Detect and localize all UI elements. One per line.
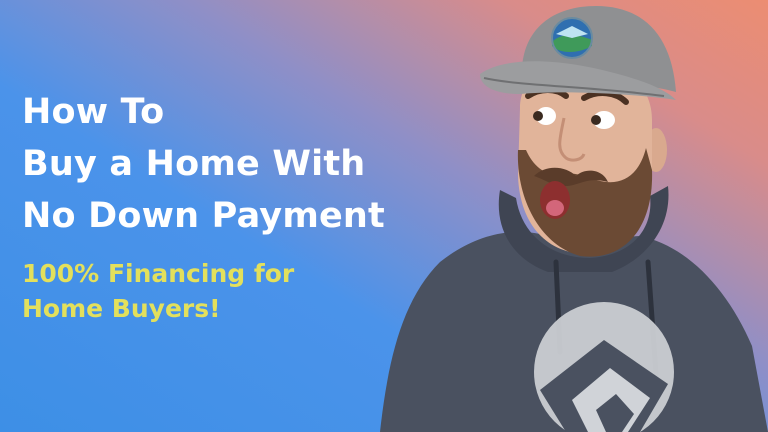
- headline-line-2: Buy a Home With: [22, 144, 366, 184]
- subheadline-line-1: 100% Financing for: [22, 259, 295, 288]
- headline-line-3: No Down Payment: [22, 196, 385, 236]
- headline: How To Buy a Home With No Down Payment: [22, 86, 385, 242]
- video-thumbnail: How To Buy a Home With No Down Payment 1…: [0, 0, 768, 432]
- cap-logo-patch: [551, 17, 593, 59]
- subheadline: 100% Financing for Home Buyers!: [22, 256, 294, 326]
- subheadline-line-2: Home Buyers!: [22, 294, 221, 323]
- headline-line-1: How To: [22, 92, 165, 132]
- presenter-photo: [380, 6, 768, 432]
